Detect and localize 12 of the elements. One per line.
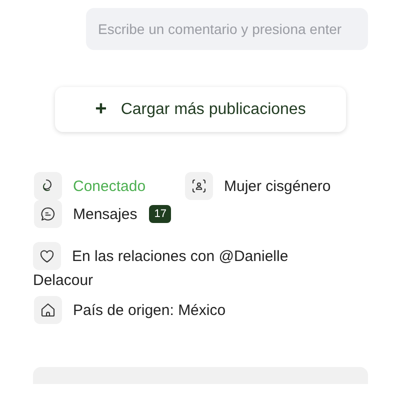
chat-bubble-icon (34, 200, 62, 228)
person-frame-icon (185, 172, 213, 200)
relationship-text: En las relaciones con @Danielle (72, 248, 288, 264)
load-more-button[interactable]: + Cargar más publicaciones (55, 87, 346, 132)
origin-text: País de origen: México (73, 302, 226, 318)
status-label: Conectado (73, 178, 146, 194)
gender-label: Mujer cisgénero (224, 178, 331, 194)
message-count: 17 (149, 205, 172, 223)
comment-field[interactable]: Escribe un comentario y presiona enter (86, 8, 368, 50)
messages-label: Mensajes (73, 206, 138, 222)
house-icon (34, 296, 62, 324)
relationship-text: Delacour (33, 272, 94, 289)
